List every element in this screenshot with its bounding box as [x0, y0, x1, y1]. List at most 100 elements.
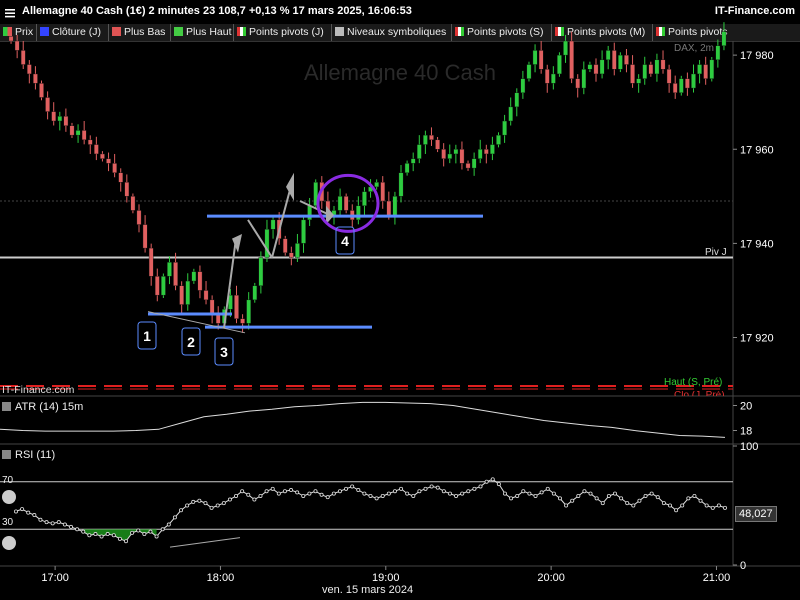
atr-y-tick-label: 18	[740, 426, 752, 438]
rsi-point	[539, 490, 544, 495]
panel-toggle-icon[interactable]	[2, 402, 11, 411]
rsi-point	[362, 491, 367, 496]
candle-body	[39, 83, 44, 98]
candle-body	[611, 50, 617, 70]
candle-body	[295, 243, 300, 258]
rsi-point	[209, 505, 214, 510]
candle-body	[209, 299, 215, 315]
rsi-point	[417, 489, 422, 494]
rsi-point	[661, 501, 666, 506]
candle-body	[154, 276, 160, 296]
rsi-point	[478, 484, 483, 489]
y-tick-label: 17 960	[740, 144, 774, 156]
panel-toggle-icon[interactable]	[2, 450, 11, 459]
x-tick-label: 17:00	[41, 572, 69, 584]
candle-body	[258, 257, 264, 286]
candle-body	[142, 224, 148, 249]
rsi-point	[631, 503, 636, 508]
candle-body	[282, 238, 288, 253]
x-tick-label: 20:00	[537, 572, 565, 584]
rsi-point	[655, 495, 660, 500]
instrument-tag: DAX, 2m	[674, 43, 715, 54]
candle-body	[410, 158, 416, 164]
rsi-point	[380, 493, 385, 498]
candle-body	[87, 139, 93, 145]
rsi-point	[331, 491, 336, 496]
rsi-point	[240, 489, 245, 494]
rsi-trend-line	[169, 537, 241, 548]
y-tick-label: 17 980	[740, 50, 774, 62]
rsi-point	[551, 491, 556, 496]
rsi-point	[429, 484, 434, 489]
candle-body	[654, 59, 660, 75]
candle-body	[63, 116, 69, 126]
x-tick-label: 18:00	[207, 572, 235, 584]
candle-body	[599, 59, 605, 75]
rsi-point	[142, 532, 147, 537]
candle-body	[441, 149, 446, 159]
rsi-point	[307, 491, 312, 496]
candle-body	[33, 73, 38, 84]
rsi-point	[643, 493, 648, 498]
rsi-point	[405, 491, 410, 496]
rsi-point	[423, 486, 428, 491]
rsi-point	[484, 479, 489, 484]
candle-body	[203, 290, 209, 301]
rsi-point	[295, 490, 300, 495]
candle-body	[514, 92, 520, 108]
candle-body	[496, 134, 501, 145]
rsi-point	[350, 484, 355, 489]
haut-label: Haut (S, Pré)	[664, 377, 723, 388]
candle-body	[185, 280, 191, 305]
rsi-point	[674, 508, 679, 513]
candle-body	[721, 31, 727, 46]
candle-body	[477, 149, 483, 159]
rsi-point	[515, 493, 520, 498]
rsi-point	[20, 507, 25, 512]
x-date-label: ven. 15 mars 2024	[322, 584, 414, 596]
candle-body	[593, 64, 599, 75]
rsi-point	[441, 489, 446, 494]
y-tick-label: 17 940	[740, 238, 774, 250]
clo-label: Clo (J, Pré)	[674, 391, 725, 396]
rsi-point	[619, 496, 624, 501]
rsi-oversold-label: 30	[2, 517, 14, 528]
rsi-point	[179, 508, 184, 513]
candle-body	[173, 262, 178, 286]
rsi-point	[99, 534, 104, 539]
candle-body	[20, 50, 26, 65]
candle-body	[526, 64, 532, 79]
candle-body	[532, 50, 538, 65]
rsi-panel-label: RSI (11)	[2, 449, 55, 461]
candle-body	[167, 262, 172, 277]
candle-body	[270, 219, 276, 230]
rsi-point	[545, 486, 550, 491]
rsi-point	[215, 503, 220, 508]
x-tick-label: 19:00	[372, 572, 400, 584]
rsi-point	[344, 486, 349, 491]
rsi-point	[75, 527, 80, 532]
candle-body	[459, 149, 465, 164]
candle-body	[337, 196, 343, 211]
rsi-point	[166, 522, 171, 527]
rsi-point	[680, 503, 685, 508]
candle-body	[581, 69, 587, 89]
candle-body	[587, 64, 593, 70]
candle-body	[429, 134, 434, 141]
rsi-point	[533, 493, 538, 498]
rsi-point	[221, 501, 226, 506]
rsi-point	[270, 486, 275, 491]
rsi-point	[136, 528, 141, 533]
candle-body	[374, 181, 379, 188]
candle-body	[343, 196, 349, 211]
rsi-point	[557, 496, 562, 501]
watermark: Allemagne 40 Cash	[304, 60, 496, 85]
y-tick-label: 17 920	[740, 333, 774, 345]
candle-body	[100, 153, 105, 159]
alert-bell-icon[interactable]	[2, 490, 16, 504]
alert-bell-icon[interactable]	[2, 536, 16, 550]
candle-body	[697, 64, 702, 75]
rsi-overbought-label: 70	[2, 475, 14, 486]
chart-canvas[interactable]: Allemagne 40 Cash 17:00 18:00 19:00 20:00 21…	[0, 0, 800, 600]
rsi-point	[191, 499, 196, 504]
